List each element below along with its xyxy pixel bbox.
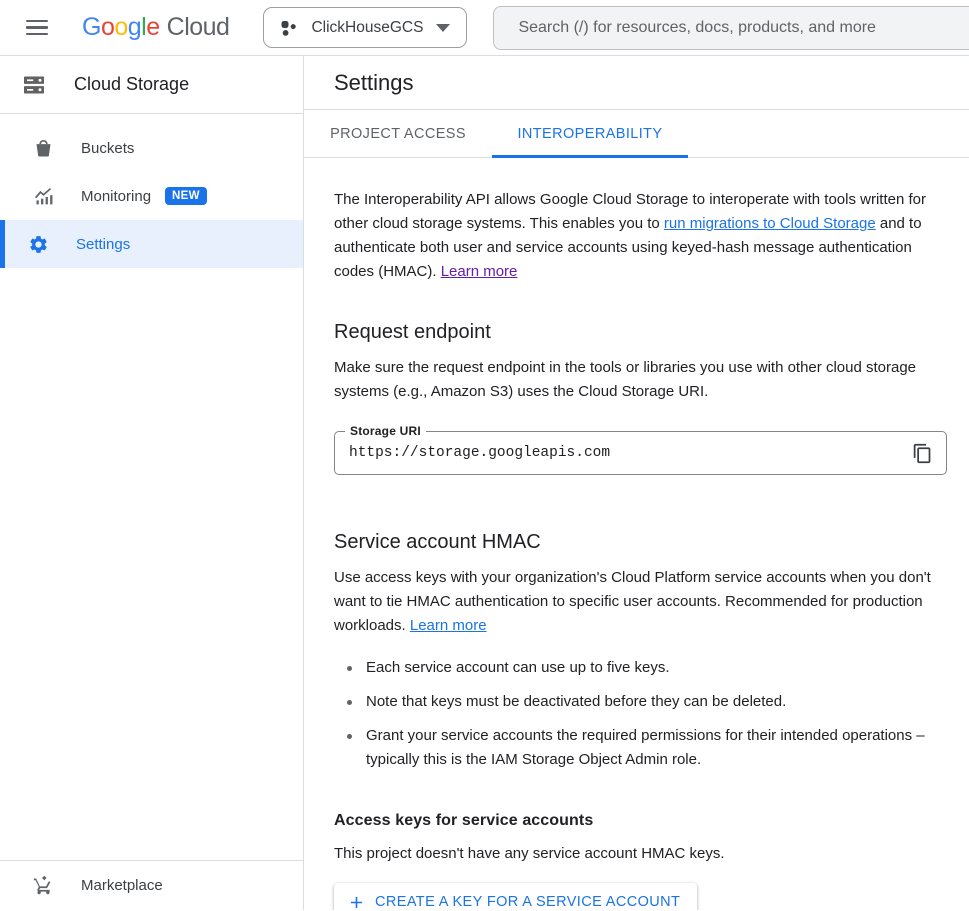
cloud-storage-icon: [20, 73, 48, 97]
logo-letter: o: [114, 13, 127, 41]
logo-cloud-text: Cloud: [167, 13, 230, 42]
page-title: Settings: [334, 70, 414, 96]
logo-letter: o: [101, 13, 114, 41]
interoperability-content: The Interoperability API allows Google C…: [304, 158, 969, 910]
logo-letter: e: [146, 13, 159, 41]
storage-uri-input[interactable]: [349, 445, 908, 461]
chevron-down-icon: [436, 24, 450, 32]
bucket-icon: [33, 138, 55, 159]
search-input[interactable]: [518, 19, 969, 37]
gcp-console-window: Google Cloud ClickHouseGCS: [0, 0, 969, 911]
create-key-button-label: CREATE A KEY FOR A SERVICE ACCOUNT: [375, 894, 680, 910]
monitoring-chart-icon: [33, 186, 55, 207]
sidebar: Cloud Storage Buckets: [0, 56, 304, 910]
service-hmac-body: Use access keys with your organization's…: [334, 566, 945, 638]
tab-project-access[interactable]: PROJECT ACCESS: [304, 110, 492, 157]
new-badge: NEW: [165, 187, 207, 205]
google-cloud-logo[interactable]: Google Cloud: [82, 13, 229, 42]
project-selector[interactable]: ClickHouseGCS: [263, 7, 467, 48]
global-search: [493, 6, 969, 50]
hmac-guidelines-list: Each service account can use up to five …: [334, 656, 945, 772]
request-endpoint-heading: Request endpoint: [334, 321, 945, 344]
product-title: Cloud Storage: [74, 74, 189, 95]
logo-letter: g: [128, 13, 141, 41]
product-header: Cloud Storage: [0, 56, 303, 114]
sidebar-item-label: Settings: [76, 236, 130, 253]
plus-icon: [347, 893, 366, 911]
list-item: Grant your service accounts the required…: [334, 724, 945, 772]
tab-interoperability[interactable]: INTEROPERABILITY: [492, 110, 688, 157]
access-keys-subheading: Access keys for service accounts: [334, 812, 945, 830]
run-migrations-link[interactable]: run migrations to Cloud Storage: [664, 215, 876, 232]
create-key-button[interactable]: CREATE A KEY FOR A SERVICE ACCOUNT: [334, 883, 697, 910]
sidebar-item-settings[interactable]: Settings: [0, 220, 303, 268]
request-endpoint-body: Make sure the request endpoint in the to…: [334, 356, 945, 404]
request-endpoint-section: Request endpoint Make sure the request e…: [334, 321, 945, 475]
sidebar-item-marketplace[interactable]: Marketplace: [0, 861, 303, 910]
sidebar-item-buckets[interactable]: Buckets: [0, 124, 303, 172]
list-item: Each service account can use up to five …: [334, 656, 945, 680]
list-item: Note that keys must be deactivated befor…: [334, 690, 945, 714]
copy-button[interactable]: [908, 439, 936, 467]
settings-tabs: PROJECT ACCESS INTEROPERABILITY: [304, 110, 969, 158]
learn-more-link-intro[interactable]: Learn more: [441, 263, 518, 280]
learn-more-link-hmac[interactable]: Learn more: [410, 617, 487, 634]
gear-icon: [28, 234, 50, 255]
main-panel: Settings PROJECT ACCESS INTEROPERABILITY…: [304, 56, 969, 910]
storage-uri-label: Storage URI: [345, 424, 426, 438]
sidebar-item-label: Marketplace: [81, 877, 163, 894]
sidebar-item-label: Buckets: [81, 140, 134, 157]
sidebar-item-monitoring[interactable]: Monitoring NEW: [0, 172, 303, 220]
no-keys-text: This project doesn't have any service ac…: [334, 842, 945, 866]
menu-icon[interactable]: [26, 14, 48, 42]
project-name: ClickHouseGCS: [311, 19, 423, 37]
logo-letter: G: [82, 13, 101, 41]
project-dots-icon: [278, 18, 298, 38]
top-app-bar: Google Cloud ClickHouseGCS: [0, 0, 969, 56]
storage-uri-field: Storage URI: [334, 431, 947, 475]
service-account-hmac-section: Service account HMAC Use access keys wit…: [334, 531, 945, 910]
content-copy-icon: [912, 443, 933, 464]
marketplace-cart-icon: [33, 875, 55, 896]
service-hmac-heading: Service account HMAC: [334, 531, 945, 554]
intro-paragraph: The Interoperability API allows Google C…: [334, 188, 945, 284]
sidebar-item-label: Monitoring: [81, 188, 151, 205]
